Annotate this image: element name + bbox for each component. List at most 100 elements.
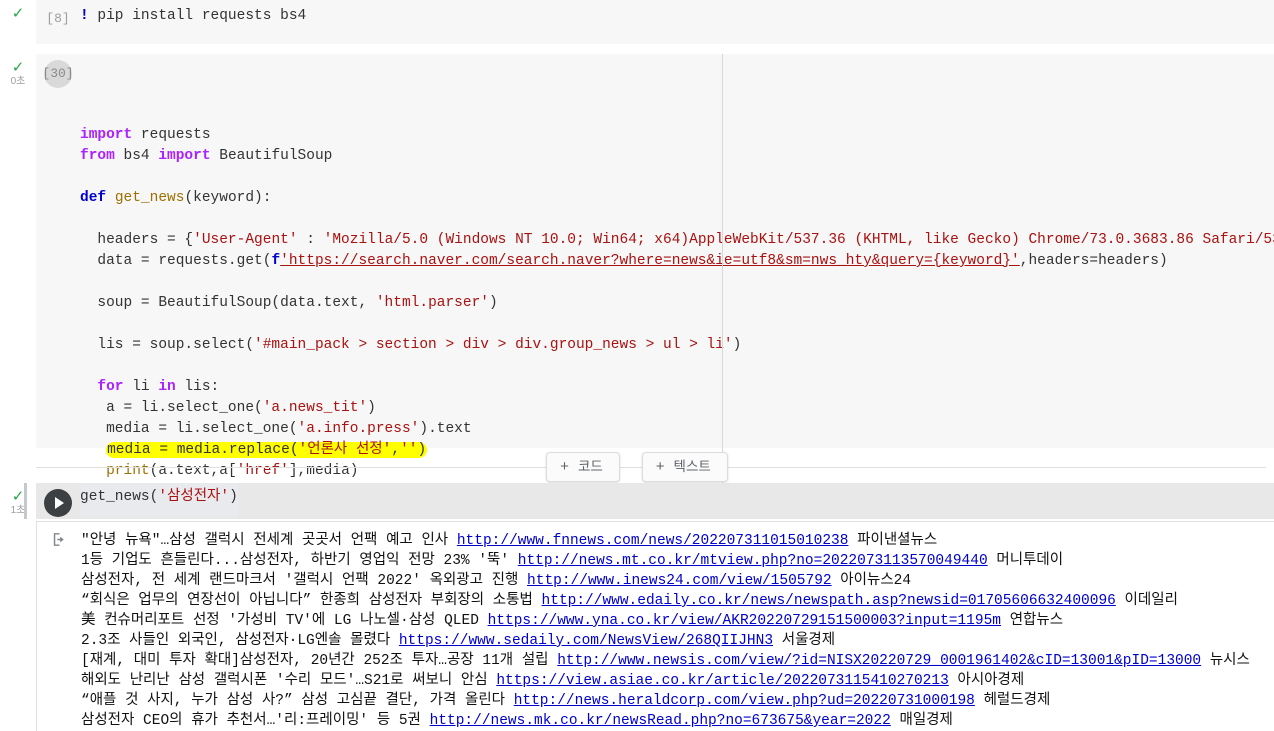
output-text: 이데일리 <box>1115 593 1178 609</box>
cell-2-exec-count: [30] <box>42 60 74 88</box>
code-line: a = li.select_one('a.news_tit') <box>80 398 1274 419</box>
cell-2-body[interactable]: [30] import requests from bs4 import Beau… <box>36 54 1274 490</box>
code-line: get_news('삼성전자') <box>80 487 238 508</box>
cell-1-exec-count: [8] <box>46 11 70 26</box>
code-token: data = requests.get( <box>80 253 272 269</box>
cell-1-body[interactable]: [8] ! pip install requests bs4 <box>36 0 1274 44</box>
code-token: BeautifulSoup <box>210 148 333 164</box>
code-token: ) <box>732 337 742 353</box>
output-link[interactable]: http://www.newsis.com/view/?id=NISX20220… <box>557 653 1201 669</box>
code-token: a = li.select_one( <box>80 400 263 416</box>
plus-icon: + <box>560 458 569 475</box>
code-token: '' <box>400 442 418 458</box>
code-token: media = media.replace( <box>107 442 299 458</box>
code-token: print <box>106 463 150 479</box>
output-body: "안녕 뉴욕"…삼성 갤럭시 전세계 곳곳서 언팩 예고 인사 http://w… <box>36 521 1274 731</box>
code-token: : <box>297 232 324 248</box>
code-token: get_news <box>114 190 185 206</box>
code-token: 'Mozilla/5.0 (Windows NT 10.0; Win64; x6… <box>323 232 1274 248</box>
code-token: import <box>158 148 211 164</box>
code-token: get_news( <box>80 489 159 505</box>
output-arrow-icon <box>53 533 64 546</box>
code-cell-1[interactable]: ✓ [8] ! pip install requests bs4 <box>0 0 1274 44</box>
output-text: 아이뉴스24 <box>831 573 912 589</box>
cell-2-run-column[interactable]: [30] <box>36 54 80 490</box>
output-text: 서울경제 <box>773 633 836 649</box>
code-line: import requests <box>80 125 1274 146</box>
code-token: ) <box>417 442 427 458</box>
cell-3-body[interactable]: get_news('삼성전자') <box>36 483 1274 519</box>
code-token: import <box>80 127 133 143</box>
code-token: pip install requests bs4 <box>88 8 307 24</box>
success-check-icon: ✓ <box>11 58 25 76</box>
output-gutter <box>0 521 36 731</box>
code-token: '삼성전자' <box>158 489 230 505</box>
code-token: ) <box>488 295 498 311</box>
run-cell-button[interactable] <box>44 489 72 517</box>
code-line: for li in lis: <box>80 377 1274 398</box>
success-check-icon: ✓ <box>11 487 25 505</box>
code-token: def <box>80 190 115 206</box>
code-token: ).text <box>419 421 472 437</box>
colab-notebook: ✓ [8] ! pip install requests bs4 ✓ 0초 [3… <box>0 0 1274 731</box>
success-check-icon: ✓ <box>11 4 25 22</box>
output-link[interactable]: http://news.mk.co.kr/newsRead.php?no=673… <box>430 713 891 729</box>
code-token: 'a.info.press' <box>297 421 420 437</box>
output-link[interactable]: http://www.edaily.co.kr/news/newspath.as… <box>542 593 1116 609</box>
cell-1-code[interactable]: ! pip install requests bs4 <box>80 3 1274 29</box>
output-link[interactable]: http://www.fnnews.com/news/2022073110150… <box>457 533 849 549</box>
output-text: 연합뉴스 <box>1001 613 1064 629</box>
code-token: 'User-Agent' <box>193 232 298 248</box>
output-line: “회식은 업무의 연장선이 아닙니다” 한종희 삼성전자 부회장의 소통법 ht… <box>81 591 1274 611</box>
output-link[interactable]: http://www.inews24.com/view/1505792 <box>527 573 832 589</box>
cell-2-status-gutter: ✓ 0초 <box>0 54 36 88</box>
code-token: ! <box>80 8 89 24</box>
output-text: 머니투데이 <box>987 553 1064 569</box>
code-token: lis: <box>175 379 220 395</box>
code-token: requests <box>132 127 211 143</box>
code-token: li <box>123 379 159 395</box>
add-text-cell-button[interactable]: + 텍스트 <box>641 452 728 482</box>
output-text: “애플 것 사지, 누가 삼성 사?” 삼성 고심끝 결단, 가격 올린다 <box>81 693 514 709</box>
cell-2-code[interactable]: import requests from bs4 import Beautiful… <box>80 54 1274 490</box>
output-link[interactable]: https://www.yna.co.kr/view/AKR2022072915… <box>488 613 1001 629</box>
code-token: from <box>80 148 115 164</box>
code-line: def get_news(keyword): <box>80 188 1274 209</box>
code-token: in <box>158 379 176 395</box>
cell-3-code[interactable]: get_news('삼성전자') <box>80 483 238 517</box>
code-token: , <box>391 442 401 458</box>
output-text: 2.3조 사들인 외국인, 삼성전자·LG엔솔 몰렸다 <box>81 633 399 649</box>
code-token: bs4 <box>114 148 159 164</box>
code-line: data = requests.get(f'https://search.nav… <box>80 251 1274 272</box>
code-token: headers = { <box>80 232 194 248</box>
code-cell-2[interactable]: ✓ 0초 [30] import requests from bs4 import… <box>0 54 1274 490</box>
output-text: 헤럴드경제 <box>974 693 1051 709</box>
code-cell-3-selected[interactable]: ✓ 1초 get_news('삼성전자') <box>0 483 1274 519</box>
output-text: 매일경제 <box>890 713 953 729</box>
output-line: “애플 것 사지, 누가 삼성 사?” 삼성 고심끝 결단, 가격 올린다 ht… <box>81 691 1274 711</box>
code-token: 'https://search.naver.com/search.naver?w… <box>280 253 1020 269</box>
play-icon <box>54 497 64 509</box>
cell-1-run-column[interactable]: [8] <box>36 3 80 29</box>
output-line: 삼성전자, 전 세계 랜드마크서 '갤럭시 언팩 2022' 옥외광고 진행 h… <box>81 571 1274 591</box>
code-token: 'href' <box>236 463 289 479</box>
output-link[interactable]: https://view.asiae.co.kr/article/2022073… <box>496 673 948 689</box>
add-code-cell-button[interactable]: + 코드 <box>546 452 620 482</box>
code-line: from bs4 import BeautifulSoup <box>80 146 1274 167</box>
output-link[interactable]: https://www.sedaily.com/NewsView/268QIIJ… <box>399 633 773 649</box>
output-line: 美 컨슈머리포트 선정 '가성비 TV'에 LG 나노셀·삼성 QLED htt… <box>81 611 1274 631</box>
output-link[interactable]: http://news.mt.co.kr/mtview.php?no=20220… <box>518 553 988 569</box>
output-link[interactable]: http://news.heraldcorp.com/view.php?ud=2… <box>514 693 975 709</box>
code-token: soup = BeautifulSoup(data.text, <box>80 295 376 311</box>
cell-2-exec-count-badge[interactable]: [30] <box>42 60 74 88</box>
plus-icon: + <box>655 458 665 475</box>
output-text: 1등 기업도 흔들린다...삼성전자, 하반기 영업익 전망 23% '뚝' <box>81 553 518 569</box>
output-text: 뉴시스 <box>1201 653 1250 669</box>
code-token: (keyword): <box>184 190 272 206</box>
code-token: ) <box>367 400 376 416</box>
cell-3-run-column[interactable] <box>36 483 80 517</box>
output-text: 삼성전자, 전 세계 랜드마크서 '갤럭시 언팩 2022' 옥외광고 진행 <box>81 573 528 589</box>
